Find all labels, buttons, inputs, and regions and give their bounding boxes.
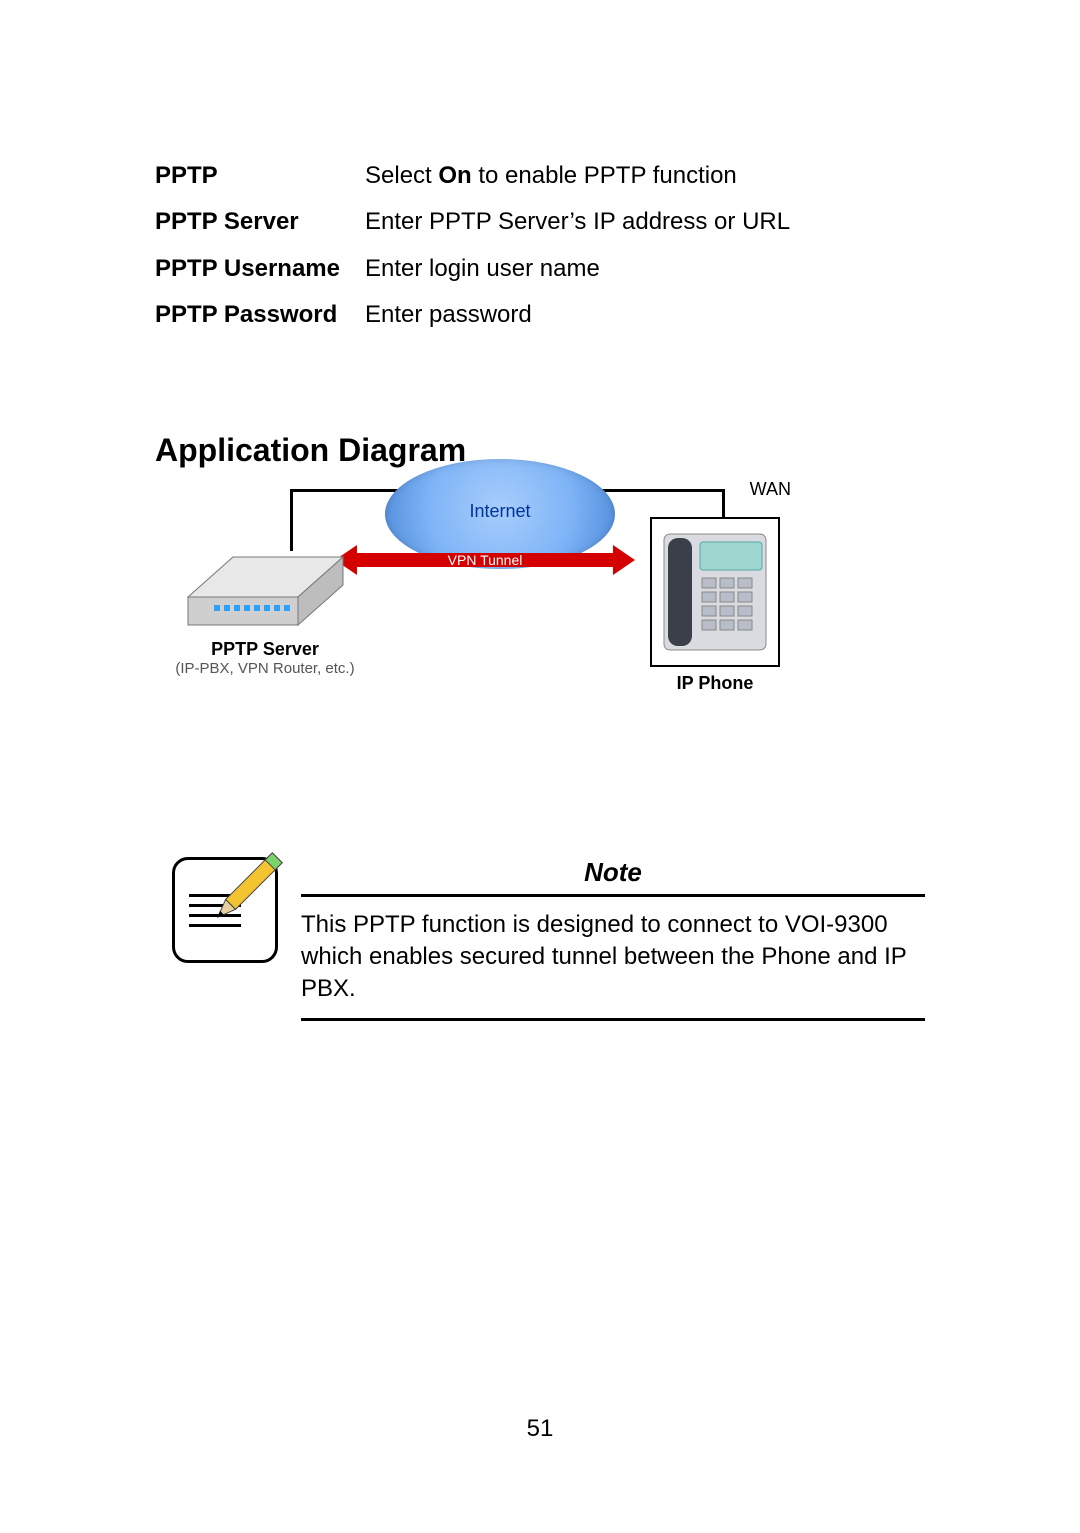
def-desc-bold: On — [438, 162, 471, 189]
page-number: 51 — [0, 1415, 1080, 1443]
ip-phone-icon — [660, 528, 770, 656]
pptp-server-device: PPTP Server (IP-PBX, VPN Router, etc.) — [165, 537, 365, 677]
def-term: PPTP Username — [155, 253, 355, 285]
ip-phone-frame — [650, 517, 780, 667]
def-term: PPTP Password — [155, 299, 355, 331]
def-desc: Enter login user name — [365, 253, 925, 285]
def-desc-text: Enter login user name — [365, 255, 600, 282]
wan-label: WAN — [746, 479, 795, 500]
page: PPTP Select On to enable PPTP function P… — [0, 0, 1080, 1533]
note-pencil-icon — [172, 857, 278, 963]
def-desc-text: Enter password — [365, 301, 532, 328]
note-block: Note This PPTP function is designed to c… — [155, 857, 925, 1021]
note-content: Note This PPTP function is designed to c… — [301, 857, 925, 1021]
def-desc: Enter PPTP Server’s IP address or URL — [365, 206, 925, 238]
note-text: This PPTP function is designed to connec… — [301, 909, 925, 1006]
server-device-icon — [178, 537, 353, 637]
ip-phone-device: IP Phone — [635, 517, 795, 694]
definition-list: PPTP Select On to enable PPTP function P… — [155, 160, 925, 332]
internet-label: Internet — [385, 501, 615, 522]
def-term: PPTP Server — [155, 206, 355, 238]
def-desc: Select On to enable PPTP function — [365, 160, 925, 192]
pptp-server-label: PPTP Server — [165, 639, 365, 660]
application-diagram: WAN Internet VPN Tunnel PPTP Server — [155, 477, 795, 737]
def-desc-text: Select — [365, 162, 438, 189]
divider — [301, 894, 925, 897]
def-desc-text: ’s IP address or URL — [570, 208, 791, 235]
def-term: PPTP — [155, 160, 355, 192]
pptp-server-sublabel: (IP-PBX, VPN Router, etc.) — [165, 660, 365, 677]
vpn-tunnel-arrow-icon: VPN Tunnel — [335, 545, 635, 575]
ip-phone-label: IP Phone — [635, 673, 795, 694]
divider — [301, 1018, 925, 1021]
note-heading: Note — [301, 857, 925, 888]
def-desc-text: Enter PPTP Server — [365, 208, 570, 235]
def-desc: Enter password — [365, 299, 925, 331]
note-icon-wrap — [155, 857, 295, 963]
def-desc-text: to enable PPTP function — [472, 162, 737, 189]
vpn-tunnel-label: VPN Tunnel — [335, 545, 635, 575]
